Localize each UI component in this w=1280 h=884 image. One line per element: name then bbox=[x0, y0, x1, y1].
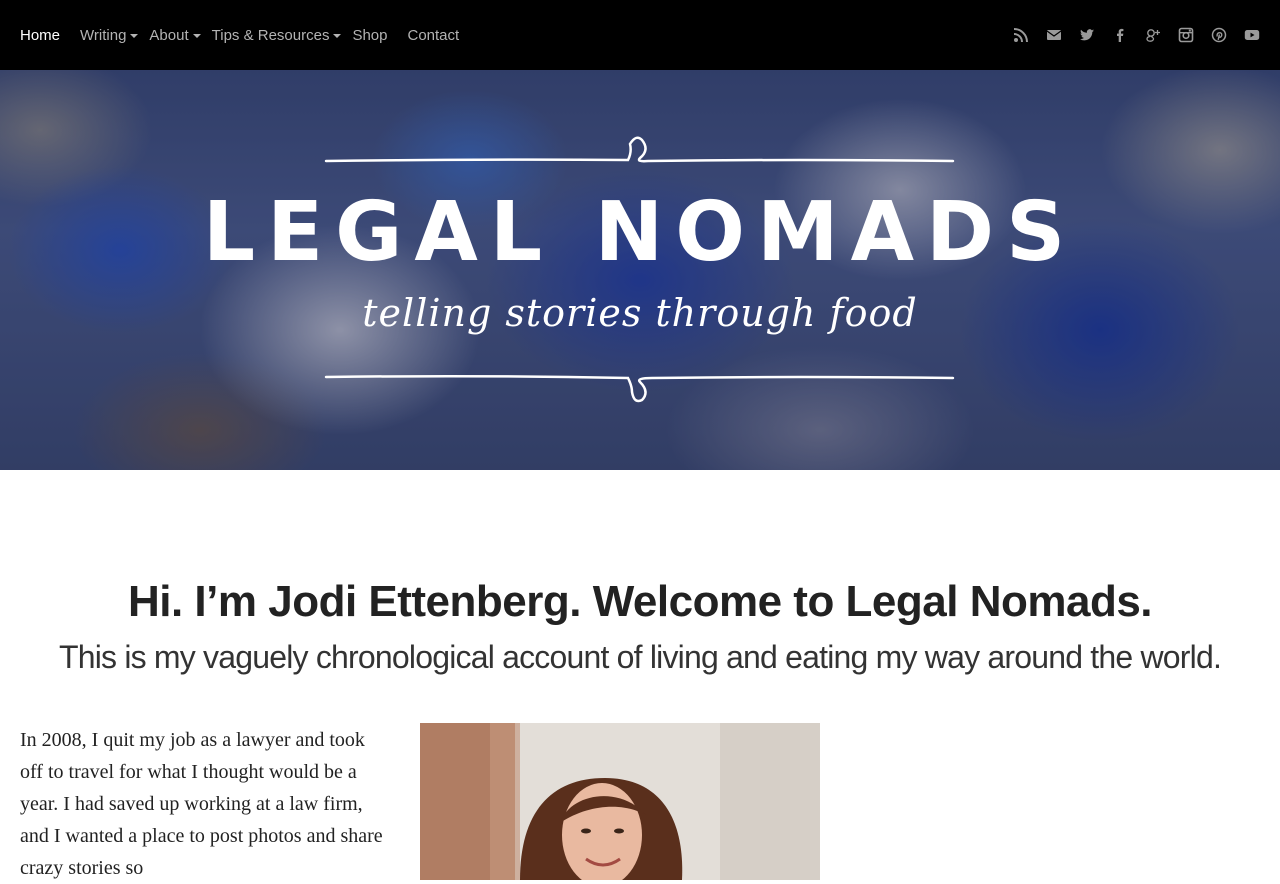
nav-item-home[interactable]: Home bbox=[20, 0, 60, 70]
nav-item-label: Shop bbox=[352, 26, 388, 44]
nav-item-contact[interactable]: Contact bbox=[408, 0, 460, 70]
nav-item-about[interactable]: About bbox=[149, 0, 201, 70]
page-subheadline: This is my vaguely chronological account… bbox=[58, 639, 1222, 675]
envelope-icon[interactable] bbox=[1046, 27, 1062, 43]
nav-item-label: About bbox=[149, 26, 189, 44]
caret-down-icon bbox=[333, 34, 342, 38]
main-menu: Home Writing About Tips & Resources Shop… bbox=[20, 0, 479, 70]
rss-icon[interactable] bbox=[1013, 27, 1029, 43]
nav-item-writing[interactable]: Writing bbox=[80, 0, 139, 70]
nav-item-label: Home bbox=[20, 26, 61, 44]
twitter-icon[interactable] bbox=[1079, 27, 1095, 43]
hero-banner: LEGAL NOMADS telling stories through foo… bbox=[0, 70, 1280, 470]
caret-down-icon bbox=[130, 34, 139, 38]
facebook-icon[interactable] bbox=[1112, 27, 1128, 43]
author-portrait-photo bbox=[420, 723, 820, 880]
nav-item-label: Contact bbox=[407, 26, 460, 44]
pinterest-icon[interactable] bbox=[1211, 27, 1227, 43]
nav-item-label: Tips & Resources bbox=[211, 26, 330, 44]
intro-paragraph: In 2008, I quit my job as a lawyer and t… bbox=[20, 729, 383, 879]
caret-down-icon bbox=[192, 34, 201, 38]
top-navbar: Home Writing About Tips & Resources Shop… bbox=[0, 0, 1280, 70]
google-plus-icon[interactable] bbox=[1145, 27, 1161, 43]
nav-item-tips-resources[interactable]: Tips & Resources bbox=[212, 0, 342, 70]
instagram-icon[interactable] bbox=[1178, 27, 1194, 43]
nav-item-shop[interactable]: Shop bbox=[352, 0, 387, 70]
nav-item-label: Writing bbox=[80, 26, 127, 44]
page-headline: Hi. I’m Jodi Ettenberg. Welcome to Legal… bbox=[127, 577, 1153, 626]
social-links bbox=[1013, 27, 1260, 43]
site-tagline: telling stories through food bbox=[362, 291, 918, 335]
site-logo-title: LEGAL NOMADS bbox=[202, 185, 1078, 280]
youtube-icon[interactable] bbox=[1244, 27, 1260, 43]
